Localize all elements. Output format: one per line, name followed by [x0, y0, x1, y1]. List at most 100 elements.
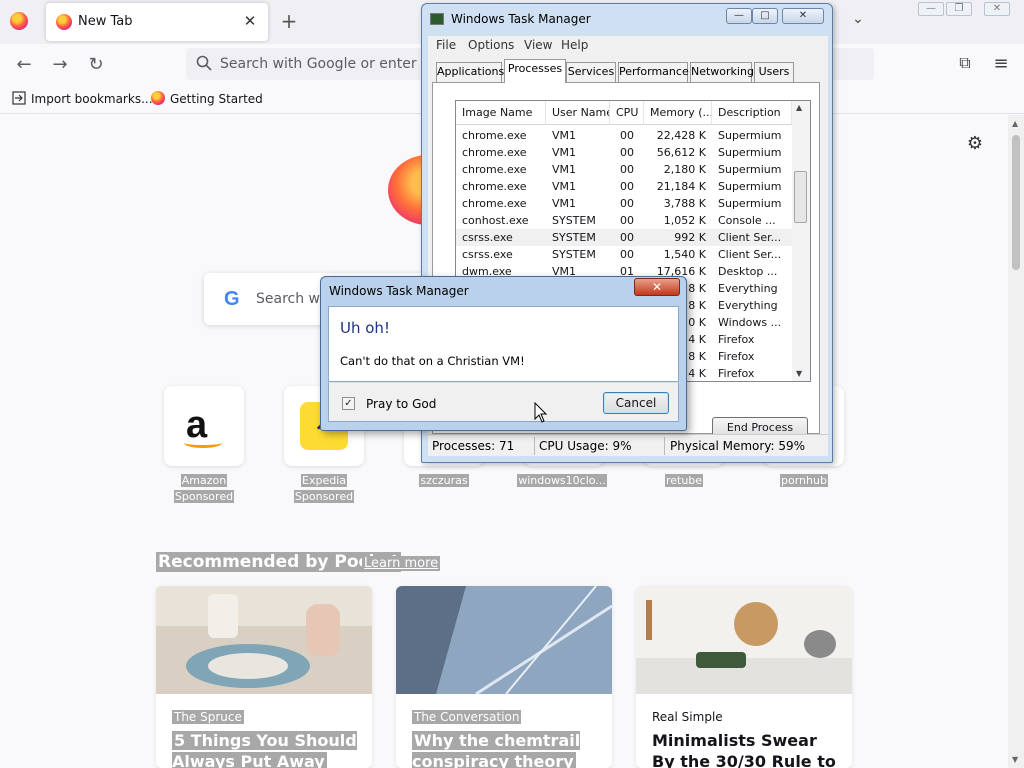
extensions-icon[interactable]: ⧉: [954, 53, 976, 75]
table-row[interactable]: chrome.exe VM1 00 56,612 K Supermium: [456, 144, 792, 161]
close-icon[interactable]: ✕: [240, 11, 260, 31]
table-cell: 992 K: [674, 231, 706, 244]
table-row[interactable]: chrome.exe VM1 00 2,180 K Supermium: [456, 161, 792, 178]
tile-label: windows10clo...: [517, 474, 607, 487]
table-cell: VM1: [552, 129, 577, 142]
tab-users[interactable]: Users: [754, 62, 794, 82]
table-cell: 1,540 K: [663, 248, 706, 261]
maximize-icon[interactable]: □: [752, 8, 778, 24]
pocket-card[interactable]: The Spruce 5 Things You Should Always Pu…: [156, 586, 372, 768]
table-cell: 2,180 K: [663, 163, 706, 176]
minimize-icon[interactable]: —: [726, 8, 752, 24]
table-cell: csrss.exe: [462, 248, 513, 261]
newtab-search-placeholder: Search wi: [256, 291, 324, 307]
maximize-icon[interactable]: ❐: [946, 2, 972, 16]
table-row[interactable]: csrss.exe SYSTEM 00 1,540 K Client Ser...: [456, 246, 792, 263]
table-row[interactable]: chrome.exe VM1 00 21,184 K Supermium: [456, 178, 792, 195]
table-row[interactable]: chrome.exe VM1 00 3,788 K Supermium: [456, 195, 792, 212]
column-user-name[interactable]: User Name: [546, 101, 610, 125]
menu-view[interactable]: View: [524, 38, 552, 52]
table-cell: VM1: [552, 197, 577, 210]
table-cell: Console ...: [718, 214, 776, 227]
google-icon: G: [224, 288, 240, 310]
checkbox-label[interactable]: Pray to God: [366, 397, 436, 411]
new-tab-button[interactable]: +: [278, 10, 300, 32]
table-row[interactable]: conhost.exe SYSTEM 00 1,052 K Console ...: [456, 212, 792, 229]
table-cell: conhost.exe: [462, 214, 529, 227]
column-description[interactable]: Description: [712, 101, 792, 125]
table-cell: csrss.exe: [462, 231, 513, 244]
table-cell: SYSTEM: [552, 214, 596, 227]
hamburger-menu-icon[interactable]: ≡: [990, 53, 1012, 75]
reload-icon[interactable]: ↻: [84, 53, 108, 77]
card-title: Minimalists Swear By the 30/30 Rule to C…: [652, 731, 836, 768]
minimize-icon[interactable]: —: [918, 2, 944, 16]
table-row[interactable]: chrome.exe VM1 00 22,428 K Supermium: [456, 127, 792, 144]
table-cell: chrome.exe: [462, 180, 527, 193]
bookmark-import[interactable]: Import bookmarks...: [12, 91, 153, 106]
card-image: [156, 586, 372, 694]
column-cpu[interactable]: CPU: [610, 101, 644, 125]
pray-checkbox[interactable]: ✓: [342, 397, 355, 410]
learn-more-link[interactable]: Learn more: [362, 556, 441, 571]
scroll-down-icon[interactable]: ▼: [1012, 755, 1018, 764]
back-icon[interactable]: ←: [12, 53, 36, 77]
task-manager-icon: [430, 13, 444, 25]
table-cell: Firefox: [718, 367, 755, 380]
card-image: [396, 586, 612, 694]
column-memory[interactable]: Memory (...: [644, 101, 712, 125]
table-cell: Supermium: [718, 146, 782, 159]
dialog-title: Windows Task Manager: [329, 284, 469, 298]
gear-icon[interactable]: ⚙: [964, 133, 986, 155]
scroll-down-icon[interactable]: ▼: [796, 369, 802, 378]
error-dialog: Windows Task Manager ✕ Uh oh! Can't do t…: [320, 276, 687, 431]
menu-options[interactable]: Options: [468, 38, 514, 52]
table-cell: 00: [620, 163, 634, 176]
tab-processes[interactable]: Processes: [504, 59, 566, 83]
tile-label: Amazon Sponsored: [173, 474, 235, 503]
pocket-card[interactable]: The Conversation Why the chemtrail consp…: [396, 586, 612, 768]
cancel-button[interactable]: Cancel: [603, 392, 669, 414]
tab-services[interactable]: Services: [566, 62, 616, 82]
tile-label: pornhub: [780, 474, 828, 487]
table-cell: Desktop ...: [718, 265, 778, 278]
tab-new-tab[interactable]: New Tab ✕: [46, 3, 268, 41]
table-cell: Firefox: [718, 350, 755, 363]
tab-applications[interactable]: Applications: [436, 62, 504, 82]
pocket-card[interactable]: Real Simple Minimalists Swear By the 30/…: [636, 586, 852, 768]
page-scrollbar[interactable]: ▲ ▼: [1008, 115, 1024, 768]
chevron-down-icon[interactable]: ⌄: [848, 11, 868, 31]
close-icon[interactable]: ✕: [634, 278, 680, 296]
task-manager-titlebar[interactable]: Windows Task Manager — □ ✕: [422, 4, 832, 34]
firefox-view-icon[interactable]: [10, 12, 28, 30]
table-cell: 00: [620, 248, 634, 261]
scroll-up-icon[interactable]: ▲: [1012, 119, 1018, 128]
menu-help[interactable]: Help: [561, 38, 588, 52]
tile-amazon[interactable]: a: [164, 386, 244, 466]
table-row[interactable]: csrss.exe SYSTEM 00 992 K Client Ser...: [456, 229, 792, 246]
scroll-up-icon[interactable]: ▲: [796, 103, 802, 112]
close-icon[interactable]: ✕: [782, 8, 824, 24]
forward-icon[interactable]: →: [48, 53, 72, 77]
table-cell: 00: [620, 180, 634, 193]
close-window-icon[interactable]: ✕: [984, 2, 1010, 16]
table-cell: VM1: [552, 163, 577, 176]
search-icon: [196, 55, 212, 71]
table-cell: Supermium: [718, 197, 782, 210]
dialog-footer: ✓ Pray to God Cancel: [328, 382, 679, 422]
bookmark-getting-started[interactable]: Getting Started: [151, 91, 263, 106]
tile-label: Expedia Sponsored: [293, 474, 355, 503]
table-cell: 00: [620, 214, 634, 227]
tab-networking[interactable]: Networking: [690, 62, 754, 82]
menu-file[interactable]: File: [436, 38, 456, 52]
status-processes: Processes: 71: [432, 439, 515, 453]
table-cell: 22,428 K: [656, 129, 706, 142]
table-cell: Client Ser...: [718, 248, 782, 261]
scroll-thumb[interactable]: [794, 171, 807, 223]
column-image-name[interactable]: Image Name: [456, 101, 546, 125]
table-cell: Everything: [718, 299, 778, 312]
process-list-scrollbar[interactable]: ▲ ▼: [792, 101, 810, 381]
table-cell: Supermium: [718, 129, 782, 142]
scroll-thumb[interactable]: [1012, 135, 1020, 270]
tab-performance[interactable]: Performance: [618, 62, 689, 82]
